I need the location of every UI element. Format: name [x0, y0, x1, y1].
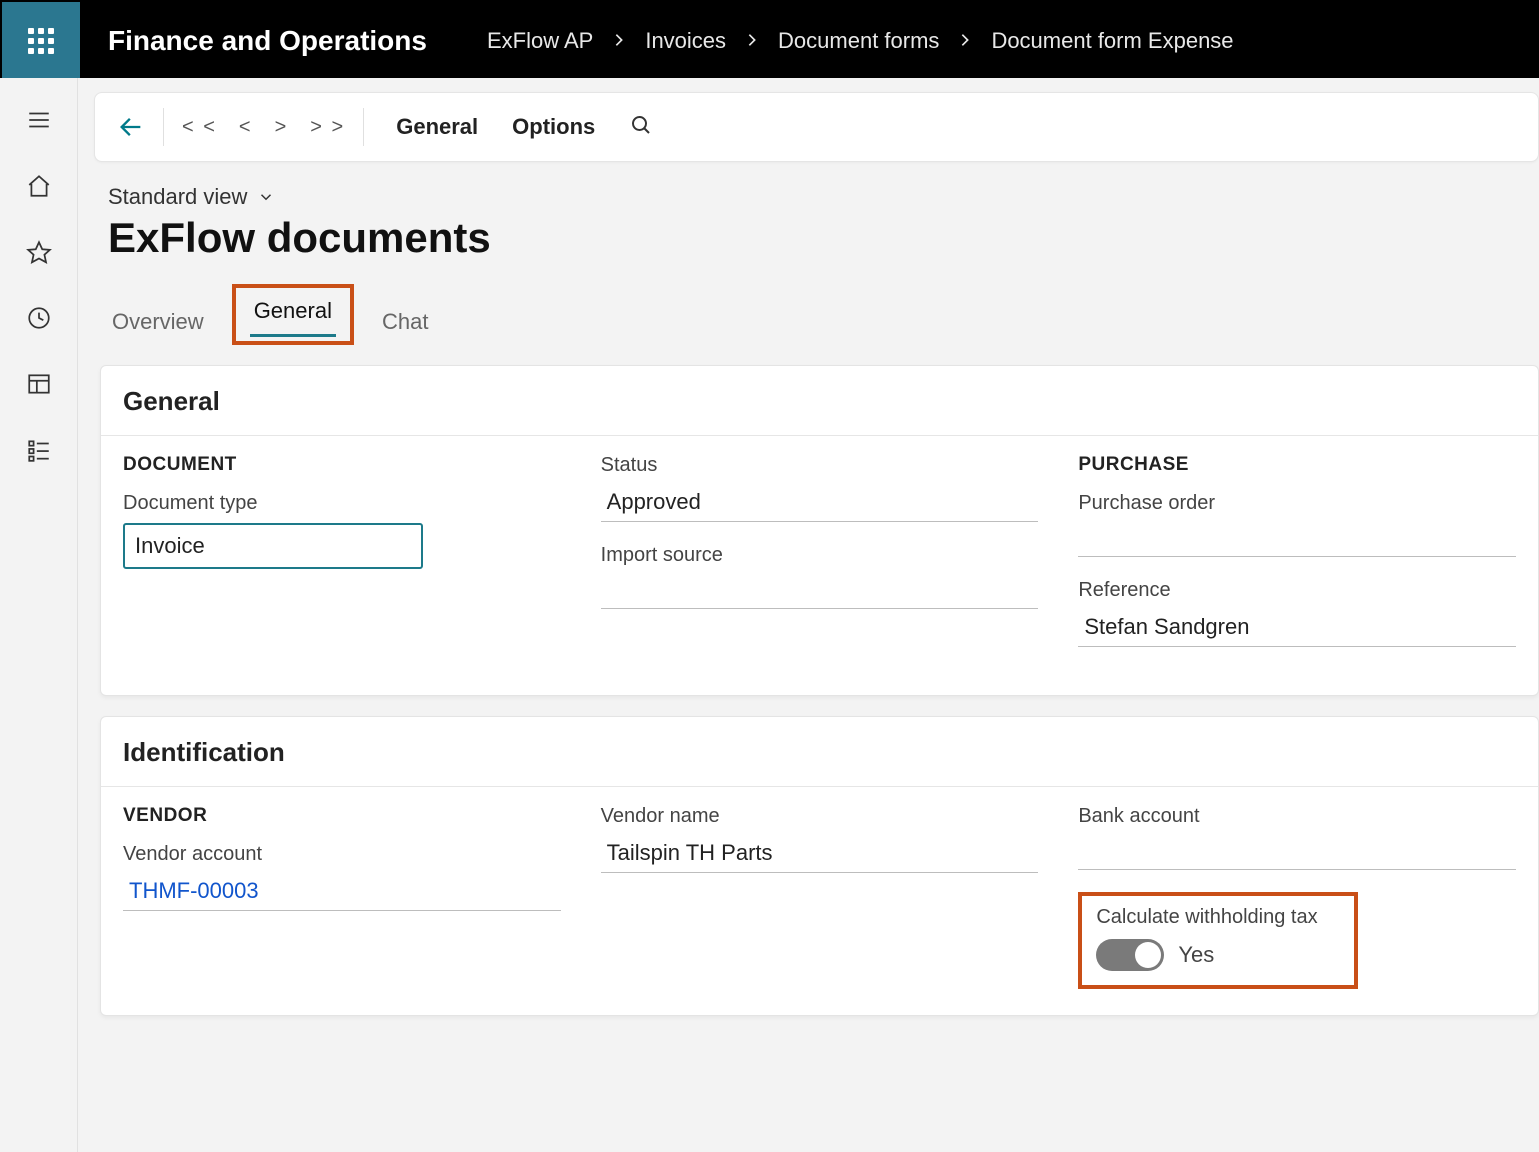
pager-prev-button[interactable]: <	[235, 116, 257, 139]
workspace-icon[interactable]	[25, 370, 53, 398]
breadcrumb-item[interactable]: Document forms	[778, 28, 939, 54]
star-icon[interactable]	[25, 238, 53, 266]
field-label: Vendor name	[601, 805, 1039, 828]
group-heading: DOCUMENT	[123, 454, 561, 476]
group-heading: VENDOR	[123, 805, 561, 827]
actionbar-tab-options[interactable]: Options	[512, 114, 595, 140]
home-icon[interactable]	[25, 172, 53, 200]
breadcrumb-item[interactable]: ExFlow AP	[487, 28, 593, 54]
field-label: Document type	[123, 492, 561, 515]
divider	[363, 108, 364, 146]
field-label: Calculate withholding tax	[1096, 906, 1340, 929]
group-vendor: VENDOR Vendor account THMF-00003	[123, 805, 561, 989]
group-status: Status Approved Import source	[601, 454, 1039, 669]
breadcrumb-item[interactable]: Document form Expense	[991, 28, 1233, 54]
main-content: < < < > > > General Options Standard vie…	[78, 78, 1539, 1152]
bank-account-field[interactable]	[1078, 836, 1516, 870]
group-heading: PURCHASE	[1078, 454, 1516, 476]
card-title: General	[123, 386, 1516, 417]
card-title: Identification	[123, 737, 1516, 768]
page-title: ExFlow documents	[108, 214, 1539, 262]
chevron-right-icon	[957, 28, 973, 54]
view-selector[interactable]: Standard view	[108, 184, 1539, 210]
pager-last-button[interactable]: > >	[306, 116, 349, 139]
tab-chat[interactable]: Chat	[378, 303, 432, 345]
pager-first-button[interactable]: < <	[178, 116, 221, 139]
divider	[101, 435, 1538, 436]
withholding-toggle-text: Yes	[1178, 942, 1214, 968]
tab-overview[interactable]: Overview	[108, 303, 208, 345]
view-label: Standard view	[108, 184, 247, 210]
field-label: Vendor account	[123, 843, 561, 866]
record-pager: < < < > > >	[178, 116, 349, 139]
status-field[interactable]: Approved	[601, 485, 1039, 522]
group-document: DOCUMENT Document type Invoice	[123, 454, 561, 669]
field-label: Status	[601, 454, 1039, 477]
actionbar-tab-general[interactable]: General	[396, 114, 478, 140]
page-tabs: Overview General Chat	[108, 284, 1539, 345]
pager-next-button[interactable]: >	[271, 116, 293, 139]
back-button[interactable]	[113, 109, 149, 145]
vendor-name-field[interactable]: Tailspin TH Parts	[601, 836, 1039, 873]
top-bar: Finance and Operations ExFlow AP Invoice…	[2, 2, 1537, 80]
brand-title: Finance and Operations	[108, 25, 427, 57]
purchase-order-field[interactable]	[1078, 523, 1516, 557]
breadcrumb: ExFlow AP Invoices Document forms Docume…	[487, 28, 1234, 54]
search-icon	[629, 113, 653, 137]
clock-icon[interactable]	[25, 304, 53, 332]
search-button[interactable]	[629, 113, 653, 142]
hamburger-icon[interactable]	[25, 106, 53, 134]
highlight-tab-general: General	[232, 284, 354, 345]
group-vendor-name: Vendor name Tailspin TH Parts	[601, 805, 1039, 989]
withholding-toggle[interactable]	[1096, 939, 1164, 971]
card-general: General DOCUMENT Document type Invoice S…	[100, 365, 1539, 696]
modules-icon[interactable]	[25, 436, 53, 464]
reference-field[interactable]: Stefan Sandgren	[1078, 610, 1516, 647]
field-label: Purchase order	[1078, 492, 1516, 515]
field-label: Import source	[601, 544, 1039, 567]
divider	[163, 108, 164, 146]
highlight-withholding: Calculate withholding tax Yes	[1078, 892, 1358, 989]
chevron-right-icon	[744, 28, 760, 54]
actionbar-tabs: General Options	[396, 114, 595, 140]
waffle-icon	[28, 28, 54, 54]
left-nav-rail	[0, 78, 78, 1152]
card-identification: Identification VENDOR Vendor account THM…	[100, 716, 1539, 1016]
field-label: Reference	[1078, 579, 1516, 602]
chevron-down-icon	[257, 188, 275, 206]
vendor-account-link[interactable]: THMF-00003	[123, 874, 561, 911]
import-source-field[interactable]	[601, 575, 1039, 609]
tab-general[interactable]: General	[250, 292, 336, 337]
group-purchase: PURCHASE Purchase order Reference Stefan…	[1078, 454, 1516, 669]
group-bank: Bank account Calculate withholding tax Y…	[1078, 805, 1516, 989]
document-type-field[interactable]: Invoice	[123, 523, 423, 569]
action-bar: < < < > > > General Options	[94, 92, 1539, 162]
breadcrumb-item[interactable]: Invoices	[645, 28, 726, 54]
field-label: Bank account	[1078, 805, 1516, 828]
app-launcher-button[interactable]	[2, 2, 80, 80]
divider	[101, 786, 1538, 787]
chevron-right-icon	[611, 28, 627, 54]
